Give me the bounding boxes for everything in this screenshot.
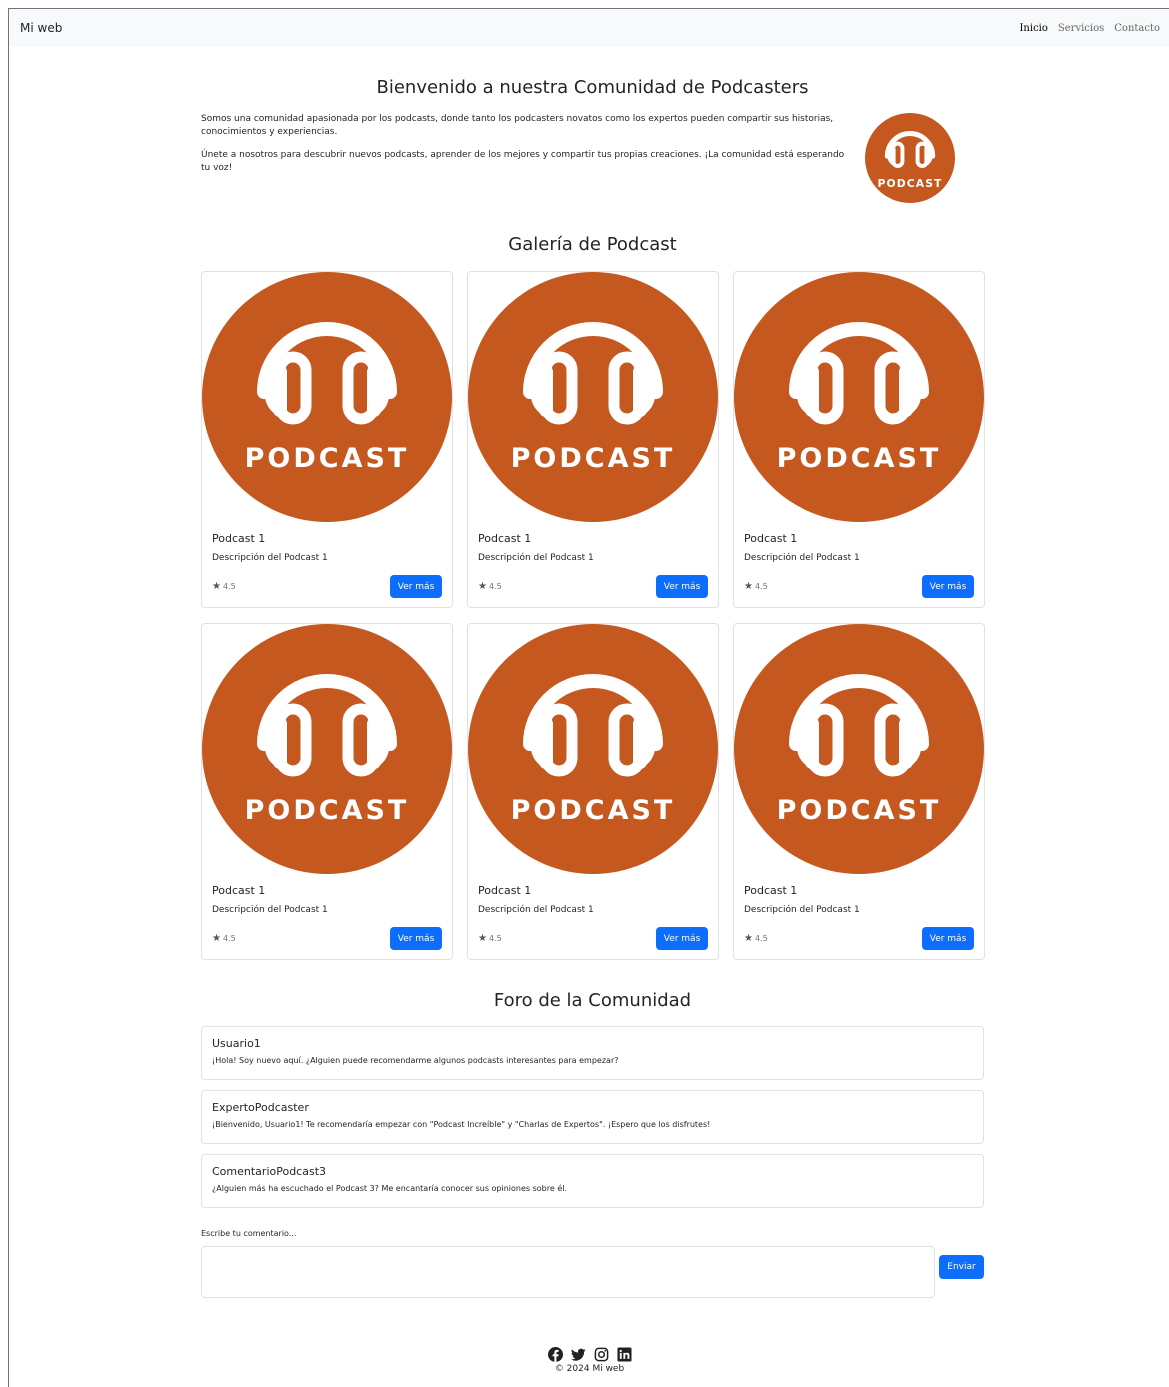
navbar: Mi web Inicio Servicios Contacto <box>9 9 1169 47</box>
send-button[interactable]: Enviar <box>939 1255 984 1279</box>
podcast-card: PODCAST Podcast 1 Descripción del Podcast … <box>201 623 453 960</box>
card-description: Descripción del Podcast 1 <box>744 905 860 915</box>
star-icon: ★ <box>744 933 753 944</box>
comment-label: Escribe tu comentario... <box>201 1229 297 1238</box>
podcast-card: PODCAST Podcast 1 Descripción del Podcast … <box>733 623 985 960</box>
podcast-image-text: PODCAST <box>245 443 410 474</box>
podcast-image: PODCAST <box>468 272 718 522</box>
linkedin-icon[interactable] <box>616 1347 632 1362</box>
nav-link-inicio[interactable]: Inicio <box>1019 23 1047 34</box>
forum-post: Usuario1 ¡Hola! Soy nuevo aquí. ¿Alguien… <box>201 1026 984 1080</box>
post-user: ComentarioPodcast3 <box>212 1165 327 1178</box>
rating-value: 4.5 <box>754 582 768 591</box>
card-description: Descripción del Podcast 1 <box>212 553 328 563</box>
card-rating: ★ 4.5 <box>744 581 768 592</box>
page-frame: Mi web Inicio Servicios Contacto Bienven… <box>8 8 1169 1387</box>
rating-value: 4.5 <box>222 582 236 591</box>
podcast-image-text: PODCAST <box>777 795 942 826</box>
podcast-card: PODCAST Podcast 1 Descripción del Podcast … <box>467 271 719 608</box>
hero-paragraph: Somos una comunidad apasionada por los p… <box>201 114 834 137</box>
podcast-image: PODCAST <box>202 624 452 874</box>
star-icon: ★ <box>212 933 221 944</box>
card-title: Podcast 1 <box>744 532 798 545</box>
card-rating: ★ 4.5 <box>478 581 502 592</box>
podcast-image-text: PODCAST <box>511 795 676 826</box>
forum-post: ComentarioPodcast3 ¿Alguien más ha escuc… <box>201 1154 984 1208</box>
card-rating: ★ 4.5 <box>212 933 236 944</box>
hero-paragraph: Únete a nosotros para descubrir nuevos p… <box>201 150 845 173</box>
card-rating: ★ 4.5 <box>744 933 768 944</box>
podcast-logo-icon: PODCAST <box>865 113 955 203</box>
card-title: Podcast 1 <box>212 884 266 897</box>
card-description: Descripción del Podcast 1 <box>478 553 594 563</box>
card-description: Descripción del Podcast 1 <box>744 553 860 563</box>
copyright-text: © 2024 Mi web <box>554 1364 625 1374</box>
star-icon: ★ <box>478 933 487 944</box>
social-links <box>9 1347 1169 1362</box>
podcast-image-text: PODCAST <box>245 795 410 826</box>
card-title: Podcast 1 <box>478 884 532 897</box>
card-description: Descripción del Podcast 1 <box>478 905 594 915</box>
card-rating: ★ 4.5 <box>478 933 502 944</box>
hero-text: Somos una comunidad apasionada por los p… <box>201 113 851 185</box>
rating-value: 4.5 <box>488 582 502 591</box>
comment-textarea[interactable] <box>201 1246 935 1298</box>
ver-mas-button[interactable]: Ver más <box>390 927 442 950</box>
post-text: ¿Alguien más ha escuchado el Podcast 3? … <box>212 1184 568 1193</box>
card-description: Descripción del Podcast 1 <box>212 905 328 915</box>
post-text: ¡Bienvenido, Usuario1! Te recomendaría e… <box>212 1120 711 1129</box>
rating-value: 4.5 <box>222 934 236 943</box>
podcast-image: PODCAST <box>734 624 984 874</box>
logo-text: PODCAST <box>877 177 942 190</box>
post-text: ¡Hola! Soy nuevo aquí. ¿Alguien puede re… <box>212 1056 619 1065</box>
hero-title: Bienvenido a nuestra Comunidad de Podcas… <box>376 77 809 98</box>
podcast-card: PODCAST Podcast 1 Descripción del Podcast … <box>467 623 719 960</box>
star-icon: ★ <box>212 581 221 592</box>
card-rating: ★ 4.5 <box>212 581 236 592</box>
nav-link-contacto[interactable]: Contacto <box>1114 23 1160 34</box>
star-icon: ★ <box>478 581 487 592</box>
ver-mas-button[interactable]: Ver más <box>922 575 974 598</box>
ver-mas-button[interactable]: Ver más <box>390 575 442 598</box>
forum-post: ExpertoPodcaster ¡Bienvenido, Usuario1! … <box>201 1090 984 1144</box>
forum-title: Foro de la Comunidad <box>493 990 692 1011</box>
facebook-icon[interactable] <box>547 1347 563 1362</box>
ver-mas-button[interactable]: Ver más <box>922 927 974 950</box>
podcast-card: PODCAST Podcast 1 Descripción del Podcast … <box>201 271 453 608</box>
ver-mas-button[interactable]: Ver más <box>656 927 708 950</box>
instagram-icon[interactable] <box>594 1347 609 1362</box>
card-title: Podcast 1 <box>744 884 798 897</box>
nav-link-servicios[interactable]: Servicios <box>1058 23 1104 34</box>
post-user: ExpertoPodcaster <box>212 1101 309 1114</box>
nav-links: Inicio Servicios Contacto <box>1019 23 1160 34</box>
podcast-image-text: PODCAST <box>511 443 676 474</box>
gallery-title: Galería de Podcast <box>508 234 677 255</box>
rating-value: 4.5 <box>488 934 502 943</box>
card-title: Podcast 1 <box>212 532 266 545</box>
podcast-image: PODCAST <box>734 272 984 522</box>
podcast-image-text: PODCAST <box>777 443 942 474</box>
ver-mas-button[interactable]: Ver más <box>656 575 708 598</box>
rating-value: 4.5 <box>754 934 768 943</box>
podcast-image: PODCAST <box>468 624 718 874</box>
podcast-card: PODCAST Podcast 1 Descripción del Podcast … <box>733 271 985 608</box>
star-icon: ★ <box>744 581 753 592</box>
footer: © 2024 Mi web <box>9 1347 1169 1374</box>
post-user: Usuario1 <box>212 1037 261 1050</box>
twitter-icon[interactable] <box>570 1347 586 1362</box>
podcast-image: PODCAST <box>202 272 452 522</box>
brand-link[interactable]: Mi web <box>20 21 62 35</box>
card-title: Podcast 1 <box>478 532 532 545</box>
